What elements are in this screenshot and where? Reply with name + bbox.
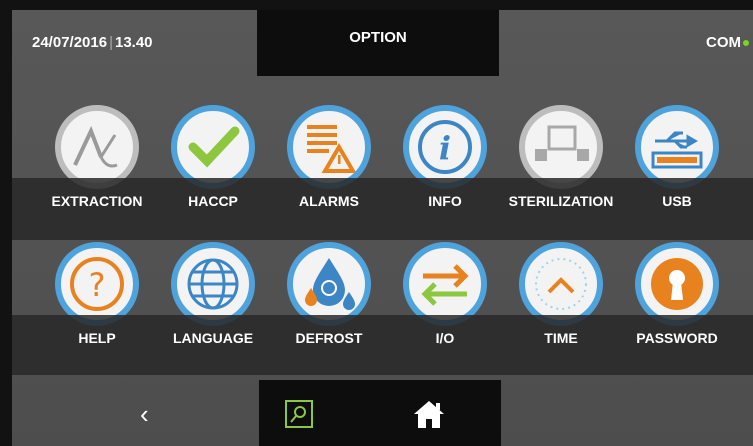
search-button[interactable] [285,400,313,428]
alarm-warning-icon [287,105,371,189]
bottom-bar: ‹ [12,380,753,446]
menu-label-haccp: HACCP [188,193,238,209]
menu-label-extraction: EXTRACTION [51,193,143,209]
back-button[interactable]: ‹ [140,401,149,427]
usb-icon [635,105,719,189]
menu-label-alarms: ALARMS [299,193,359,209]
com-label: COM [706,34,741,51]
time-text: 13.40 [114,34,153,51]
top-bar: 24/07/2016 | 13.40 OPTION COM [12,10,753,76]
info-icon: i [403,105,487,189]
question-icon: ? [55,242,139,326]
checkmark-icon [171,105,255,189]
menu-label-defrost: DEFROST [295,330,363,346]
home-button[interactable] [412,398,446,430]
menu-label-language: LANGUAGE [172,330,254,346]
row1-label-band [12,178,753,240]
extraction-probe-icon [55,105,139,189]
menu-label-usb: USB [662,193,692,209]
globe-icon [171,242,255,326]
date-time-display: 24/07/2016 | 13.40 [32,34,153,51]
menu-label-sterilization: STERILIZATION [508,193,614,209]
option-screen: 24/07/2016 | 13.40 OPTION COM i EXTRACTI… [12,10,753,446]
menu-label-io: I/O [435,330,455,346]
keyhole-icon [635,242,719,326]
sterilization-icon [519,105,603,189]
date-text: 24/07/2016 [32,34,108,51]
date-time-separator: | [109,34,113,51]
menu-label-password: PASSWORD [636,330,718,346]
com-status: COM [706,34,749,51]
menu-label-help: HELP [78,330,116,346]
search-icon [285,400,313,428]
io-arrows-icon [403,242,487,326]
page-title: OPTION [257,10,499,76]
defrost-drops-icon [287,242,371,326]
home-icon [414,401,444,428]
menu-label-info: INFO [428,193,462,209]
menu-label-time: TIME [544,330,578,346]
com-status-dot [743,40,749,47]
svg-text:?: ? [89,266,106,304]
clock-icon [519,242,603,326]
svg-text:i: i [439,129,451,167]
